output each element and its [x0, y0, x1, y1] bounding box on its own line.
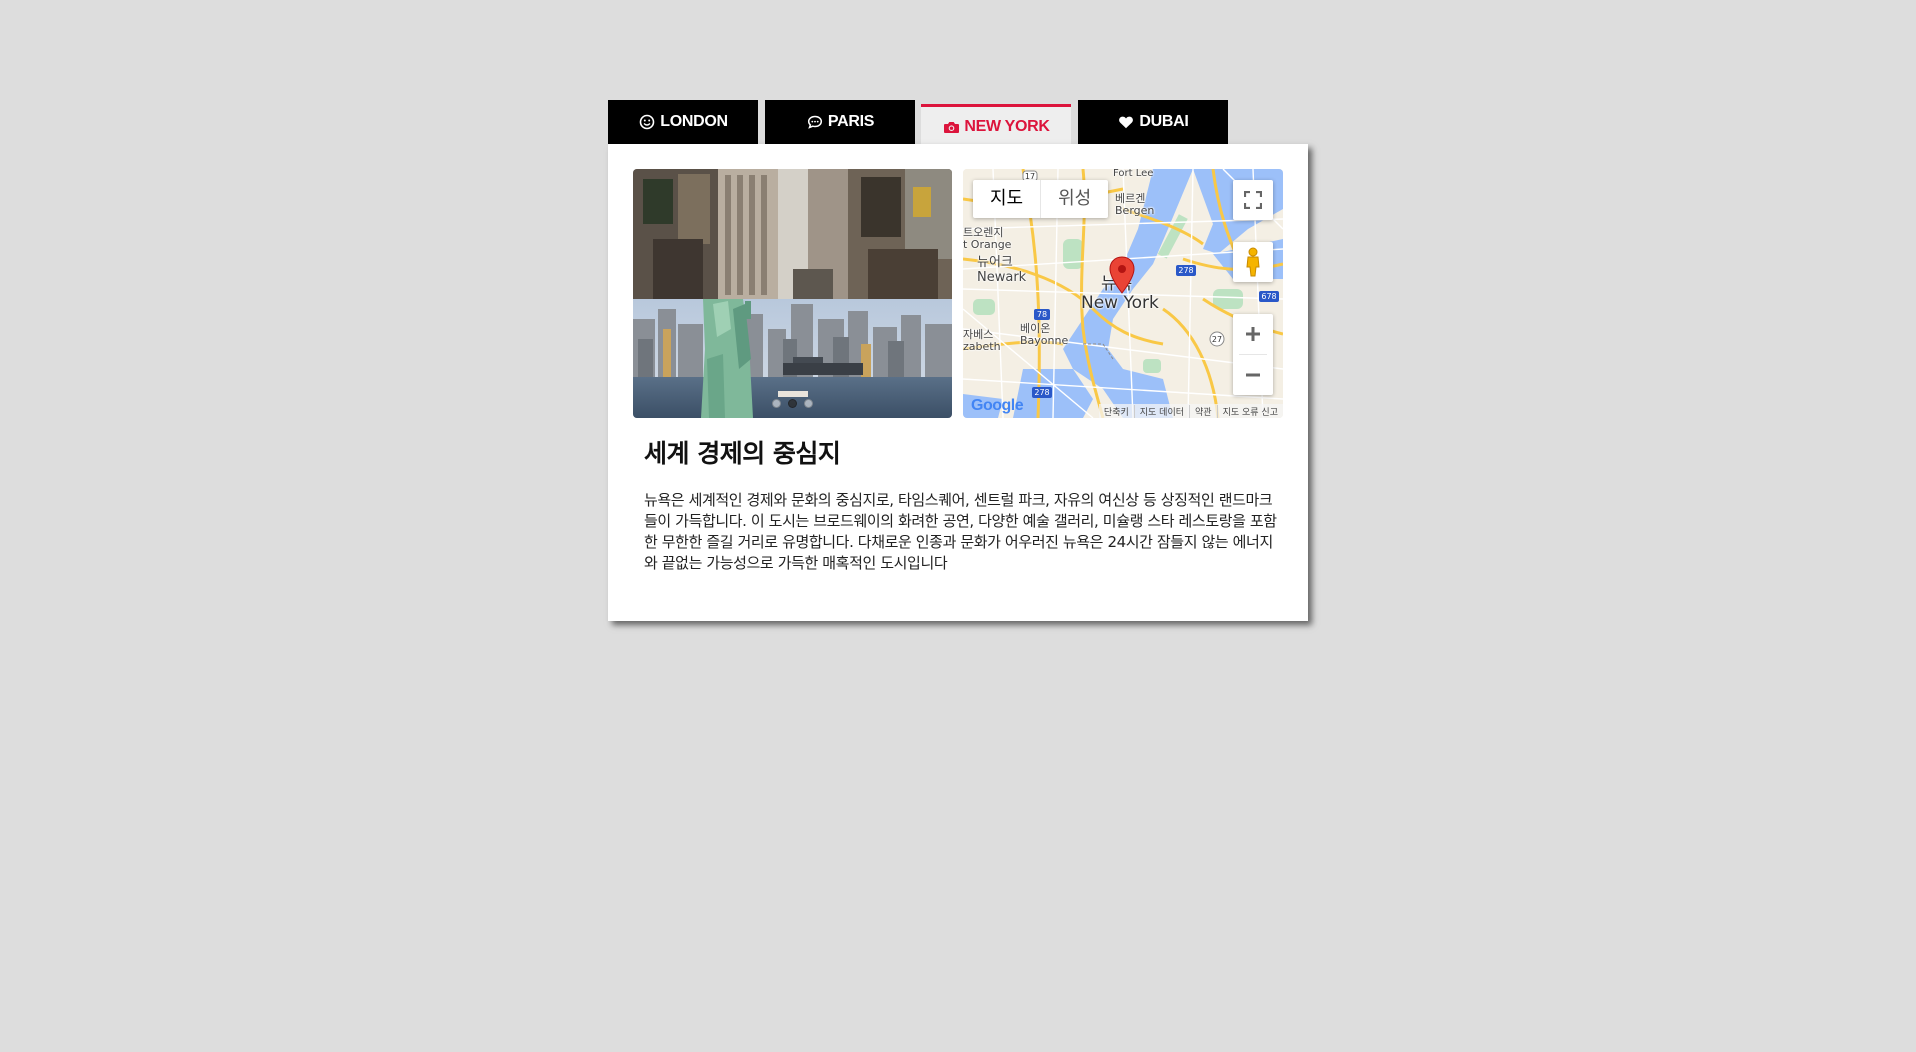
- google-map[interactable]: 17 278 678 78 278 27 베르겐 Bergen 트오렌지 t Ora…: [963, 169, 1283, 418]
- tab-label: PARIS: [827, 113, 875, 130]
- zoom-out-button[interactable]: [1233, 355, 1273, 395]
- heart-icon: [1117, 113, 1135, 131]
- bayonne-label: 베이온 Bayonne: [1020, 322, 1069, 347]
- tab-label: LONDON: [660, 113, 728, 130]
- map-footer: 단축키 지도 데이터 약관 지도 오류 신고: [1098, 404, 1283, 418]
- map-type-map-button[interactable]: 지도: [973, 180, 1040, 218]
- slider-dot[interactable]: [772, 399, 781, 408]
- slider-dot[interactable]: [804, 399, 813, 408]
- tab-label: DUBAI: [1139, 113, 1189, 130]
- newark-label: 뉴어크 Newark: [977, 255, 1027, 285]
- route-27-label: 27: [1212, 335, 1222, 344]
- fort-lee-label: Fort Lee: [1113, 169, 1154, 179]
- image-slider[interactable]: [633, 169, 952, 418]
- tab-paris[interactable]: PARIS: [765, 100, 915, 144]
- slider-dot-active[interactable]: [788, 399, 797, 408]
- zoom-in-button[interactable]: [1233, 314, 1273, 354]
- bergen-label: 베르겐 Bergen: [1115, 192, 1155, 217]
- map-type-satellite-button[interactable]: 위성: [1040, 180, 1108, 218]
- route-278-label: 278: [1034, 388, 1049, 397]
- minus-icon: [1246, 373, 1260, 377]
- route-278-label: 278: [1178, 266, 1193, 275]
- map-data-link[interactable]: 지도 데이터: [1133, 404, 1189, 418]
- fullscreen-button[interactable]: [1233, 180, 1273, 220]
- fullscreen-icon: [1244, 191, 1262, 209]
- card-description: 뉴욕은 세계적인 경제와 문화의 중심지로, 타임스퀘어, 센트럴 파크, 자유…: [644, 491, 1277, 572]
- comment-icon: [806, 113, 824, 131]
- city-card: 17 278 678 78 278 27 베르겐 Bergen 트오렌지 t Ora…: [608, 144, 1308, 621]
- map-type-control: 지도 위성: [973, 180, 1109, 218]
- tab-london[interactable]: LONDON: [608, 100, 758, 144]
- street-view-button[interactable]: [1233, 242, 1273, 282]
- zoom-control: [1233, 314, 1273, 395]
- keyboard-shortcuts-link[interactable]: 단축키: [1099, 405, 1134, 418]
- map-marker-icon[interactable]: [1108, 256, 1136, 301]
- google-logo-text: Google: [971, 397, 1024, 414]
- google-logo[interactable]: Google: [971, 397, 1024, 415]
- card-heading: 세계 경제의 중심지: [644, 439, 841, 468]
- route-78-label: 78: [1037, 310, 1047, 319]
- orange-label: 트오렌지 t Orange: [963, 226, 1012, 251]
- pegman-icon: [1246, 247, 1260, 277]
- new-york-photo: [633, 169, 952, 418]
- terms-link[interactable]: 약관: [1189, 404, 1217, 418]
- elizabeth-label: 자베스 zabeth: [963, 328, 1001, 353]
- report-error-link[interactable]: 지도 오류 신고: [1216, 404, 1283, 418]
- tab-label: NEW YORK: [964, 118, 1050, 135]
- tab-dubai[interactable]: DUBAI: [1078, 100, 1228, 144]
- plus-icon: [1246, 327, 1260, 341]
- slider-dots: [633, 399, 952, 408]
- route-678-label: 678: [1261, 292, 1276, 301]
- smile-icon: [638, 113, 656, 131]
- camera-icon: [942, 118, 960, 136]
- tab-new-york[interactable]: NEW YORK: [921, 104, 1071, 144]
